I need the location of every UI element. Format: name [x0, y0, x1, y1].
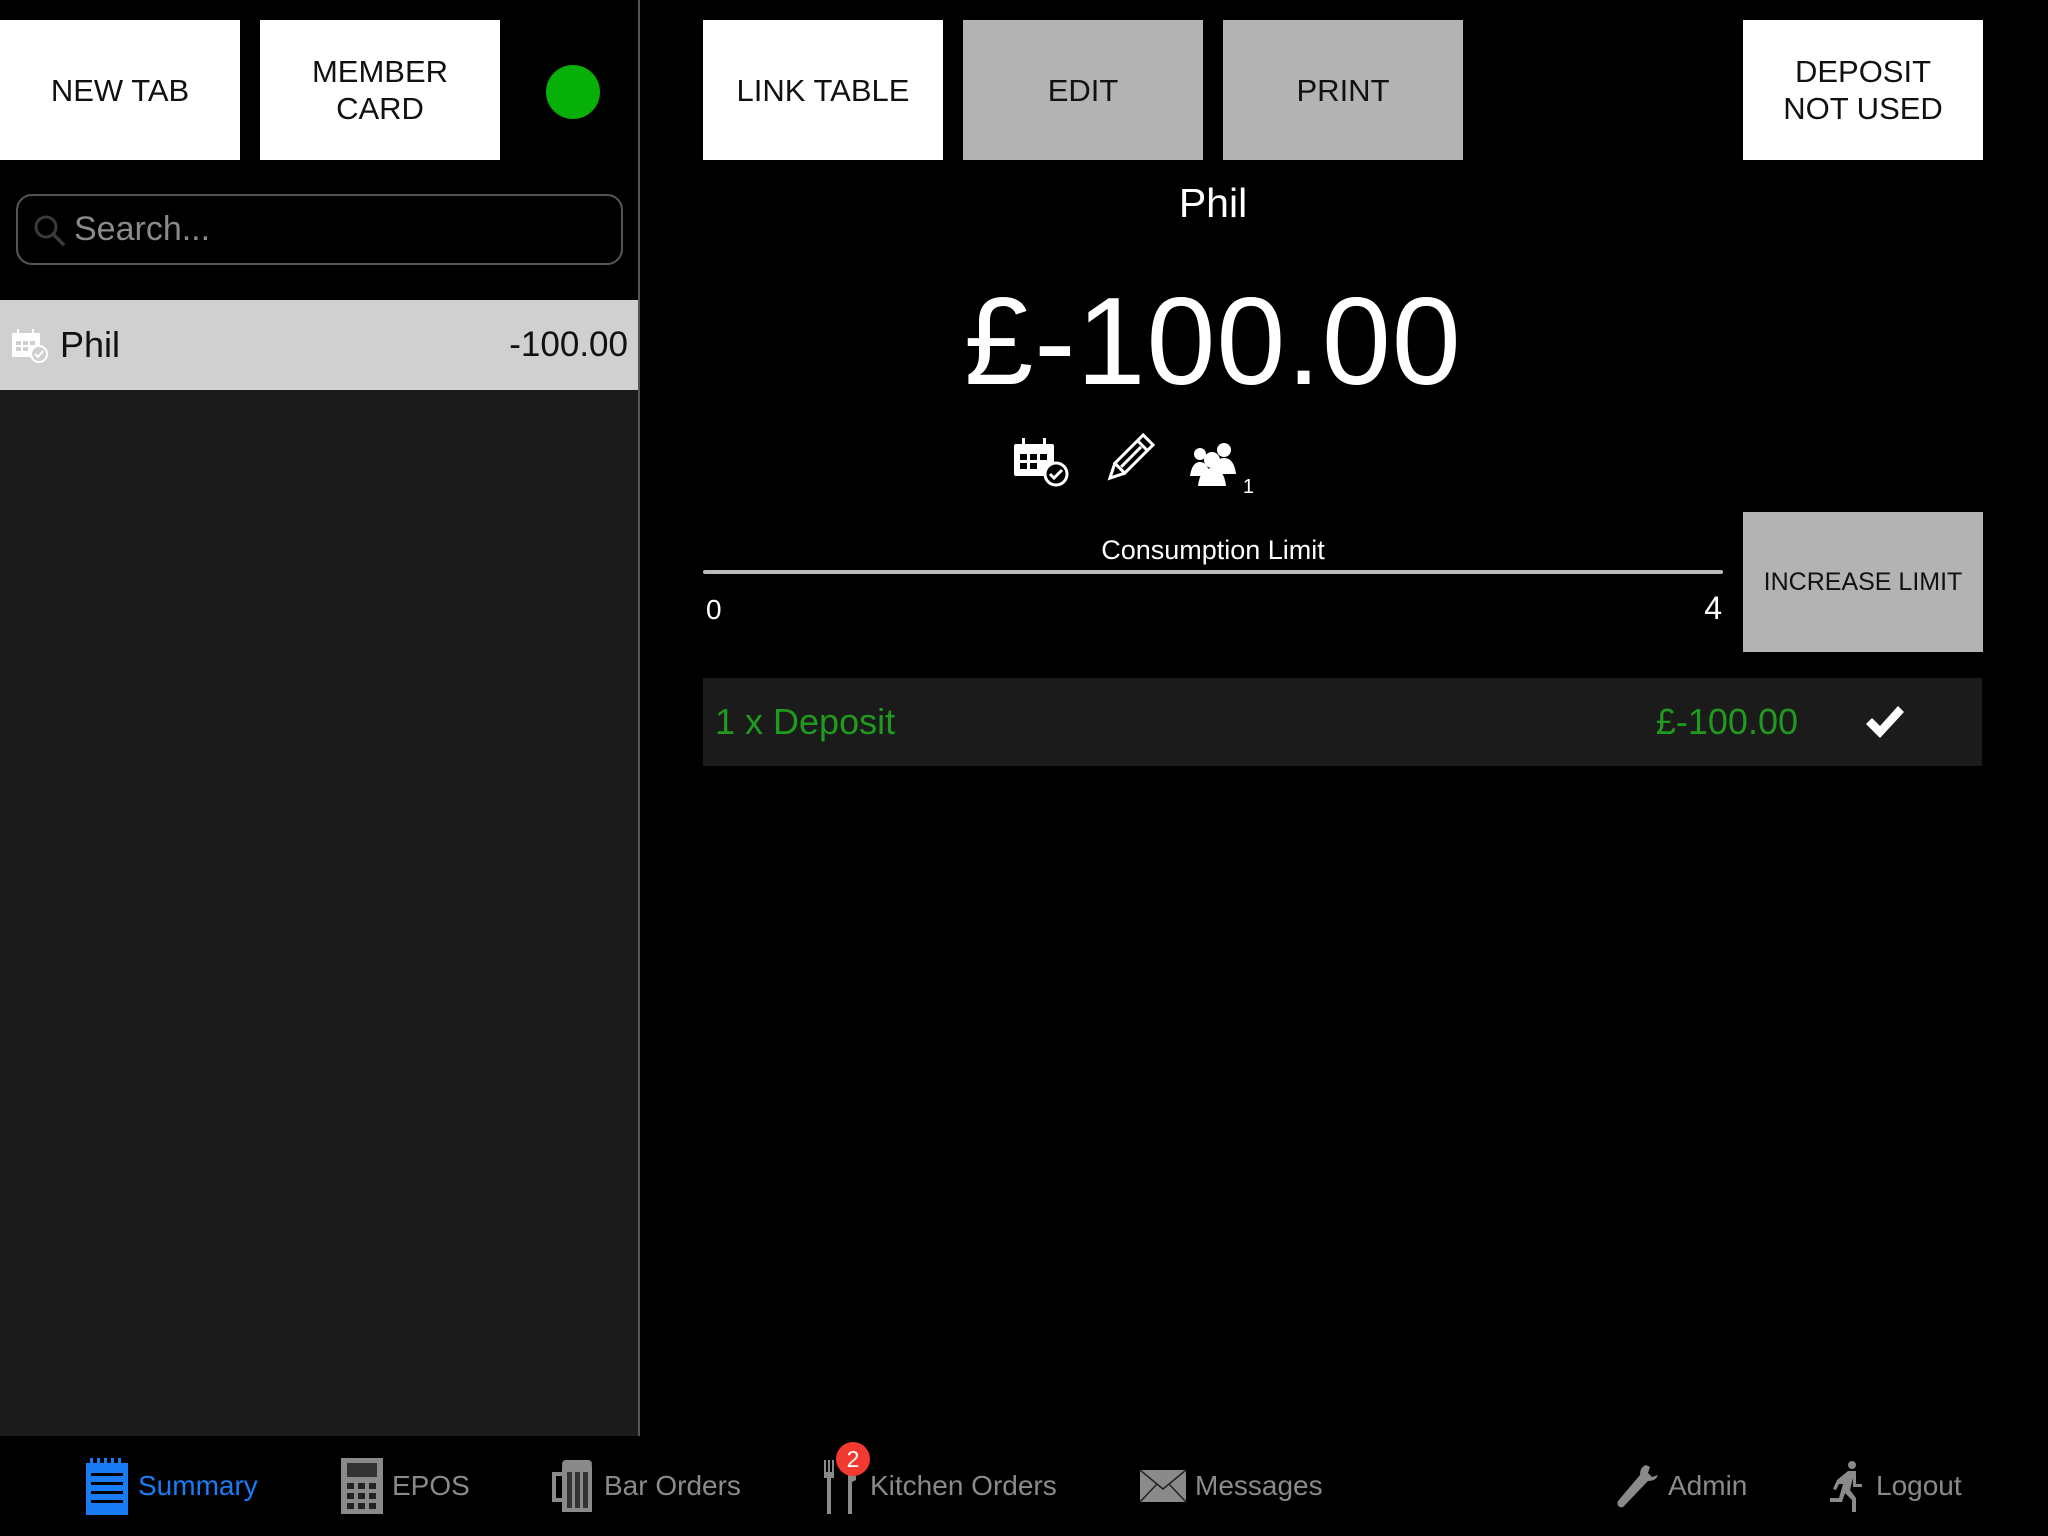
tab-label: Logout — [1876, 1470, 1962, 1501]
order-item-row[interactable]: 1 x Deposit £-100.00 — [703, 678, 1982, 766]
tab-label: Kitchen Orders — [870, 1470, 1057, 1501]
calculator-icon — [341, 1458, 383, 1514]
beer-mug-icon — [552, 1460, 592, 1512]
tab-amount: -100.00 — [509, 325, 628, 364]
tab-actions: 1 — [1012, 430, 1254, 498]
consumption-limit-bar — [703, 570, 1723, 574]
list-item[interactable]: Phil -100.00 — [0, 300, 638, 390]
pencil-icon — [1107, 432, 1156, 481]
calendar-check-icon — [1014, 438, 1069, 487]
increase-limit-label: INCREASE LIMIT — [1763, 567, 1963, 596]
consumption-limit-label: Consumption Limit — [1101, 535, 1325, 565]
tab-label: Messages — [1195, 1470, 1323, 1501]
tab-admin[interactable]: Admin — [1614, 1456, 1747, 1516]
customer-name: Phil — [1178, 180, 1248, 226]
envelope-icon — [1139, 1469, 1187, 1503]
tabs-list — [0, 300, 638, 1436]
tab-balance: £-100.00 — [964, 273, 1462, 411]
consumption-limit-min: 0 — [706, 594, 722, 625]
deposit-not-used-label: DEPOSIT NOT USED — [1783, 54, 1943, 126]
guest-count: 1 — [1242, 476, 1254, 498]
new-tab-label: NEW TAB — [50, 72, 190, 108]
tab-bar-orders[interactable]: Bar Orders — [550, 1456, 741, 1516]
order-item-price: £-100.00 — [1655, 701, 1798, 742]
print-label: PRINT — [1296, 72, 1390, 108]
tab-name: Phil — [60, 324, 121, 365]
edit-tab-button[interactable] — [1100, 430, 1158, 493]
checkmark-icon — [1866, 706, 1904, 738]
tab-kitchen-orders[interactable]: 2 Kitchen Orders — [822, 1442, 1057, 1516]
running-man-icon — [1830, 1461, 1862, 1512]
order-item-description: 1 x Deposit — [715, 701, 896, 742]
deposit-not-used-button[interactable]: DEPOSIT NOT USED — [1743, 20, 1983, 160]
edit-label: EDIT — [1047, 72, 1119, 108]
search-box[interactable] — [16, 194, 623, 265]
tab-logout[interactable]: Logout — [1828, 1456, 1962, 1516]
wrench-icon — [1617, 1465, 1658, 1508]
consumption-limit-max: 4 — [1704, 590, 1722, 626]
increase-limit-button[interactable]: INCREASE LIMIT — [1743, 512, 1983, 652]
tab-messages[interactable]: Messages — [1139, 1456, 1323, 1516]
tab-label: Summary — [138, 1470, 258, 1501]
guests-button[interactable]: 1 — [1188, 438, 1254, 498]
member-card-label: MEMBER CARD — [311, 54, 449, 126]
notepad-icon — [86, 1458, 128, 1515]
new-tab-button[interactable]: NEW TAB — [0, 20, 240, 160]
search-input[interactable] — [74, 210, 594, 249]
print-button[interactable]: PRINT — [1223, 20, 1463, 160]
tab-label: Bar Orders — [604, 1470, 741, 1501]
kitchen-orders-badge: 2 — [836, 1442, 870, 1476]
booking-button[interactable] — [1012, 436, 1070, 493]
tabs-sidebar: NEW TAB MEMBER CARD Phil -100.00 — [0, 0, 640, 1436]
search-icon — [34, 215, 65, 246]
guests-icon — [1190, 443, 1236, 486]
edit-button[interactable]: EDIT — [963, 20, 1203, 160]
tab-epos[interactable]: EPOS — [340, 1456, 470, 1516]
link-table-label: LINK TABLE — [736, 72, 910, 108]
link-table-button[interactable]: LINK TABLE — [703, 20, 943, 160]
tab-summary[interactable]: Summary — [84, 1456, 258, 1516]
tab-label: EPOS — [392, 1470, 470, 1501]
connection-status-indicator — [546, 65, 600, 119]
bottom-tab-bar: Summary EPOS Bar Orders 2 Kitchen Orders — [0, 1436, 2048, 1536]
calendar-check-icon — [12, 329, 48, 363]
member-card-button[interactable]: MEMBER CARD — [260, 20, 500, 160]
tab-label: Admin — [1668, 1470, 1748, 1501]
